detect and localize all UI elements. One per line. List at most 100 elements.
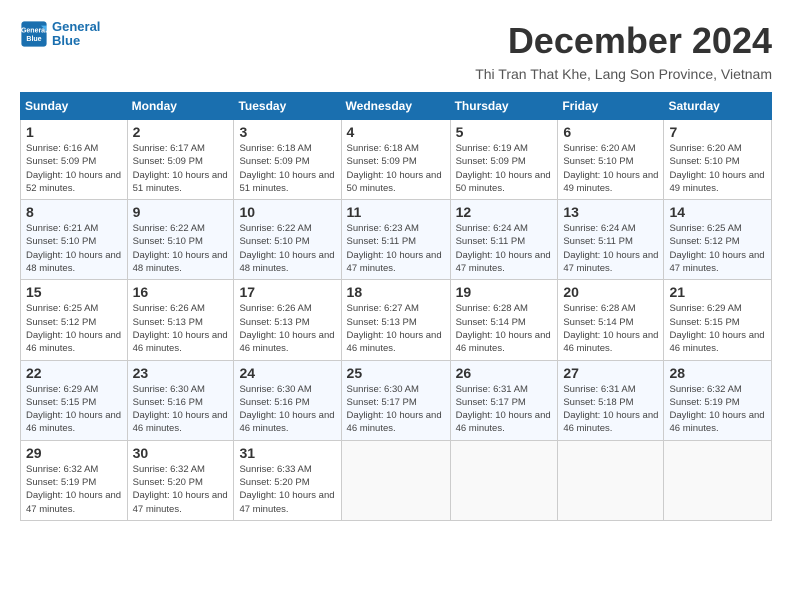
day-number: 23 [133, 365, 229, 381]
month-title: December 2024 [508, 20, 772, 62]
logo-line1: General [52, 19, 100, 34]
day-number: 3 [239, 124, 335, 140]
day-info: Sunrise: 6:18 AM Sunset: 5:09 PM Dayligh… [239, 142, 335, 195]
day-info: Sunrise: 6:26 AM Sunset: 5:13 PM Dayligh… [239, 302, 335, 355]
day-number: 13 [563, 204, 658, 220]
header-cell-saturday: Saturday [664, 93, 772, 120]
day-info: Sunrise: 6:30 AM Sunset: 5:16 PM Dayligh… [133, 383, 229, 436]
day-info: Sunrise: 6:20 AM Sunset: 5:10 PM Dayligh… [563, 142, 658, 195]
day-info: Sunrise: 6:31 AM Sunset: 5:17 PM Dayligh… [456, 383, 553, 436]
calendar-cell: 21 Sunrise: 6:29 AM Sunset: 5:15 PM Dayli… [664, 280, 772, 360]
day-info: Sunrise: 6:29 AM Sunset: 5:15 PM Dayligh… [26, 383, 122, 436]
day-info: Sunrise: 6:29 AM Sunset: 5:15 PM Dayligh… [669, 302, 766, 355]
header-cell-friday: Friday [558, 93, 664, 120]
day-number: 17 [239, 284, 335, 300]
day-info: Sunrise: 6:28 AM Sunset: 5:14 PM Dayligh… [456, 302, 553, 355]
header-cell-sunday: Sunday [21, 93, 128, 120]
calendar-cell: 9 Sunrise: 6:22 AM Sunset: 5:10 PM Daylig… [127, 200, 234, 280]
day-number: 15 [26, 284, 122, 300]
day-number: 27 [563, 365, 658, 381]
day-info: Sunrise: 6:23 AM Sunset: 5:11 PM Dayligh… [347, 222, 445, 275]
day-info: Sunrise: 6:18 AM Sunset: 5:09 PM Dayligh… [347, 142, 445, 195]
day-number: 2 [133, 124, 229, 140]
calendar-cell: 3 Sunrise: 6:18 AM Sunset: 5:09 PM Daylig… [234, 120, 341, 200]
day-number: 11 [347, 204, 445, 220]
week-row-2: 8 Sunrise: 6:21 AM Sunset: 5:10 PM Daylig… [21, 200, 772, 280]
day-info: Sunrise: 6:21 AM Sunset: 5:10 PM Dayligh… [26, 222, 122, 275]
title-block: December 2024 [508, 20, 772, 62]
calendar-cell: 13 Sunrise: 6:24 AM Sunset: 5:11 PM Dayli… [558, 200, 664, 280]
logo-line2: Blue [52, 33, 80, 48]
calendar-cell: 29 Sunrise: 6:32 AM Sunset: 5:19 PM Dayli… [21, 440, 128, 520]
calendar-cell: 26 Sunrise: 6:31 AM Sunset: 5:17 PM Dayli… [450, 360, 558, 440]
day-number: 14 [669, 204, 766, 220]
header-cell-thursday: Thursday [450, 93, 558, 120]
calendar-cell: 14 Sunrise: 6:25 AM Sunset: 5:12 PM Dayli… [664, 200, 772, 280]
day-info: Sunrise: 6:19 AM Sunset: 5:09 PM Dayligh… [456, 142, 553, 195]
calendar-cell: 6 Sunrise: 6:20 AM Sunset: 5:10 PM Daylig… [558, 120, 664, 200]
day-number: 30 [133, 445, 229, 461]
calendar-cell: 23 Sunrise: 6:30 AM Sunset: 5:16 PM Dayli… [127, 360, 234, 440]
day-number: 29 [26, 445, 122, 461]
header-cell-monday: Monday [127, 93, 234, 120]
week-row-5: 29 Sunrise: 6:32 AM Sunset: 5:19 PM Dayli… [21, 440, 772, 520]
calendar-cell: 4Sunrise: 6:18 AM Sunset: 5:09 PM Daylig… [341, 120, 450, 200]
day-info: Sunrise: 6:16 AM Sunset: 5:09 PM Dayligh… [26, 142, 122, 195]
calendar-cell: 31Sunrise: 6:33 AM Sunset: 5:20 PM Dayli… [234, 440, 341, 520]
logo-icon: General Blue [20, 20, 48, 48]
day-number: 21 [669, 284, 766, 300]
day-info: Sunrise: 6:32 AM Sunset: 5:19 PM Dayligh… [26, 463, 122, 516]
day-info: Sunrise: 6:27 AM Sunset: 5:13 PM Dayligh… [347, 302, 445, 355]
header-cell-wednesday: Wednesday [341, 93, 450, 120]
subtitle: Thi Tran That Khe, Lang Son Province, Vi… [20, 66, 772, 82]
calendar-cell: 15 Sunrise: 6:25 AM Sunset: 5:12 PM Dayli… [21, 280, 128, 360]
logo-text: General Blue [52, 20, 100, 49]
day-info: Sunrise: 6:25 AM Sunset: 5:12 PM Dayligh… [26, 302, 122, 355]
calendar-cell: 5 Sunrise: 6:19 AM Sunset: 5:09 PM Daylig… [450, 120, 558, 200]
calendar-cell: 30Sunrise: 6:32 AM Sunset: 5:20 PM Dayli… [127, 440, 234, 520]
day-number: 9 [133, 204, 229, 220]
day-number: 26 [456, 365, 553, 381]
day-info: Sunrise: 6:31 AM Sunset: 5:18 PM Dayligh… [563, 383, 658, 436]
day-number: 20 [563, 284, 658, 300]
day-number: 28 [669, 365, 766, 381]
calendar-cell: 19 Sunrise: 6:28 AM Sunset: 5:14 PM Dayli… [450, 280, 558, 360]
week-row-3: 15 Sunrise: 6:25 AM Sunset: 5:12 PM Dayli… [21, 280, 772, 360]
calendar-cell: 10 Sunrise: 6:22 AM Sunset: 5:10 PM Dayli… [234, 200, 341, 280]
day-number: 19 [456, 284, 553, 300]
calendar-cell [450, 440, 558, 520]
day-info: Sunrise: 6:22 AM Sunset: 5:10 PM Dayligh… [133, 222, 229, 275]
calendar-cell: 1 Sunrise: 6:16 AM Sunset: 5:09 PM Daylig… [21, 120, 128, 200]
day-info: Sunrise: 6:25 AM Sunset: 5:12 PM Dayligh… [669, 222, 766, 275]
header-row: SundayMondayTuesdayWednesdayThursdayFrid… [21, 93, 772, 120]
day-number: 18 [347, 284, 445, 300]
calendar-cell: 2Sunrise: 6:17 AM Sunset: 5:09 PM Daylig… [127, 120, 234, 200]
calendar-cell: 20Sunrise: 6:28 AM Sunset: 5:14 PM Dayli… [558, 280, 664, 360]
day-number: 5 [456, 124, 553, 140]
week-row-1: 1 Sunrise: 6:16 AM Sunset: 5:09 PM Daylig… [21, 120, 772, 200]
day-number: 10 [239, 204, 335, 220]
svg-text:Blue: Blue [26, 36, 41, 43]
calendar-cell: 18 Sunrise: 6:27 AM Sunset: 5:13 PM Dayli… [341, 280, 450, 360]
calendar-cell [341, 440, 450, 520]
calendar-cell: 28Sunrise: 6:32 AM Sunset: 5:19 PM Dayli… [664, 360, 772, 440]
day-number: 24 [239, 365, 335, 381]
svg-text:General: General [21, 28, 47, 35]
day-info: Sunrise: 6:30 AM Sunset: 5:16 PM Dayligh… [239, 383, 335, 436]
calendar-cell: 12Sunrise: 6:24 AM Sunset: 5:11 PM Dayli… [450, 200, 558, 280]
calendar-cell: 7Sunrise: 6:20 AM Sunset: 5:10 PM Daylig… [664, 120, 772, 200]
calendar-cell: 17 Sunrise: 6:26 AM Sunset: 5:13 PM Dayli… [234, 280, 341, 360]
calendar-cell [558, 440, 664, 520]
calendar-cell: 11 Sunrise: 6:23 AM Sunset: 5:11 PM Dayli… [341, 200, 450, 280]
day-number: 22 [26, 365, 122, 381]
day-number: 8 [26, 204, 122, 220]
day-number: 6 [563, 124, 658, 140]
day-info: Sunrise: 6:24 AM Sunset: 5:11 PM Dayligh… [563, 222, 658, 275]
page-container: General Blue General Blue December 2024 … [20, 20, 772, 521]
day-info: Sunrise: 6:20 AM Sunset: 5:10 PM Dayligh… [669, 142, 766, 195]
day-info: Sunrise: 6:22 AM Sunset: 5:10 PM Dayligh… [239, 222, 335, 275]
day-number: 1 [26, 124, 122, 140]
day-number: 12 [456, 204, 553, 220]
calendar-cell: 27 Sunrise: 6:31 AM Sunset: 5:18 PM Dayli… [558, 360, 664, 440]
calendar-cell: 16Sunrise: 6:26 AM Sunset: 5:13 PM Dayli… [127, 280, 234, 360]
